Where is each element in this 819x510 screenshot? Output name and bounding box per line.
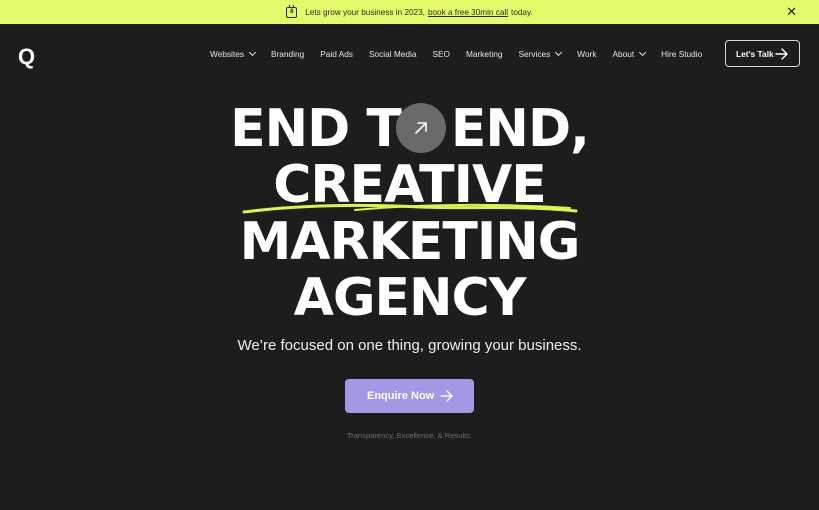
arrow-up-right-icon: [415, 122, 427, 134]
calendar-icon: 8: [286, 4, 298, 18]
chevron-down-icon: [639, 48, 647, 57]
nav-item-services[interactable]: Services: [518, 48, 563, 59]
nav-item-social-media[interactable]: Social Media: [369, 49, 417, 59]
arrow-right-icon: [440, 390, 453, 402]
headline-line-4: AGENCY: [293, 268, 527, 328]
top-navigation: Q Websites Branding Paid Ads Social Medi…: [0, 24, 819, 82]
nav-item-marketing[interactable]: Marketing: [466, 49, 502, 59]
nav-item-work[interactable]: Work: [577, 49, 596, 59]
logo[interactable]: Q: [18, 44, 35, 70]
tagline: We’re focused on one thing, growing your…: [237, 337, 582, 354]
enquire-now-button[interactable]: Enquire Now: [345, 379, 474, 413]
lets-talk-button[interactable]: Let's Talk: [725, 40, 800, 67]
chevron-down-icon: [555, 48, 563, 57]
nav-item-websites[interactable]: Websites: [210, 48, 257, 59]
announcement-banner: 8 Lets grow your business in 2023, book …: [0, 0, 819, 24]
arrow-right-icon: [775, 48, 788, 60]
nav-item-seo[interactable]: SEO: [432, 49, 450, 59]
nav-item-paid-ads[interactable]: Paid Ads: [320, 49, 353, 59]
nav-item-branding[interactable]: Branding: [271, 49, 304, 59]
nav-item-about[interactable]: About: [612, 48, 647, 59]
banner-link[interactable]: book a free 30min call: [428, 8, 508, 17]
nav-item-hire-studio[interactable]: Hire Studio: [661, 49, 702, 59]
nav-menu: Websites Branding Paid Ads Social Media …: [210, 48, 702, 59]
banner-text: Lets grow your business in 2023,: [305, 7, 425, 17]
banner-text-end: today.: [511, 7, 533, 17]
arrow-circle-button[interactable]: [396, 103, 446, 153]
headline-line-3: MARKETING: [239, 212, 581, 272]
footnote: Transparency, Excellence, & Results.: [346, 431, 473, 440]
chevron-down-icon: [248, 48, 257, 57]
close-icon[interactable]: ✕: [786, 4, 797, 20]
